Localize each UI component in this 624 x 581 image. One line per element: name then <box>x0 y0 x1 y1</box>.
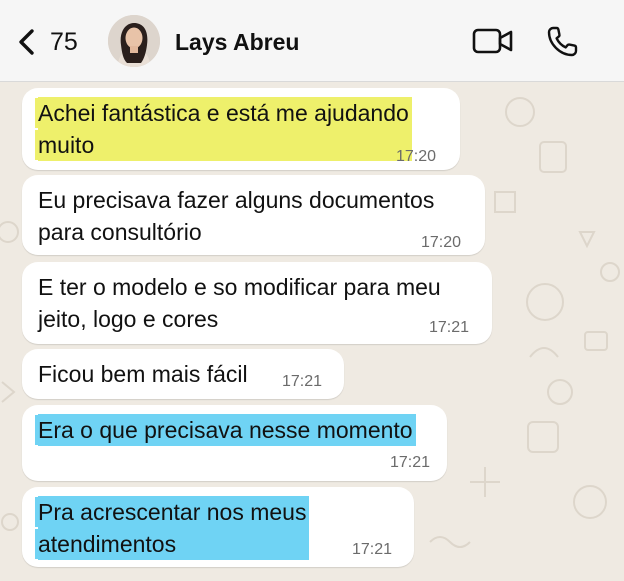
contact-name[interactable]: Lays Abreu <box>175 27 299 57</box>
chat-header: 75 Lays Abreu <box>0 0 624 82</box>
message-time: 17:21 <box>390 454 431 471</box>
unread-count[interactable]: 75 <box>50 27 78 57</box>
message-time: 17:20 <box>396 148 437 165</box>
message-bubble[interactable]: Era o que precisava nesse momento 17:21 <box>22 405 447 481</box>
chevron-left-icon[interactable] <box>14 27 42 57</box>
message-time: 17:21 <box>282 373 323 390</box>
message-line: atendimentos <box>35 529 180 559</box>
message-text: Achei fantástica e está me ajudando muit… <box>35 97 412 161</box>
message-line: jeito, logo e cores <box>38 306 219 332</box>
message-line: Era o que precisava nesse momento <box>35 415 416 445</box>
message-list[interactable]: Achei fantástica e está me ajudando muit… <box>0 82 624 581</box>
phone-icon[interactable] <box>546 24 580 58</box>
message-text: Ficou bem mais fácil <box>38 358 251 390</box>
message-text: E ter o modelo e so modificar para meu j… <box>38 271 444 335</box>
message-line: para consultório <box>38 219 202 245</box>
message-line: Achei fantástica e está me ajudando <box>35 98 412 128</box>
message-line: Pra acrescentar nos meus <box>35 497 310 527</box>
message-bubble[interactable]: Pra acrescentar nos meus atendimentos 17… <box>22 487 414 567</box>
message-line: Eu precisava fazer alguns documentos <box>38 187 435 213</box>
avatar-image <box>108 15 160 67</box>
message-line: muito <box>35 130 98 160</box>
message-bubble[interactable]: E ter o modelo e so modificar para meu j… <box>22 262 492 344</box>
message-time: 17:20 <box>421 234 462 251</box>
message-time: 17:21 <box>429 319 470 336</box>
message-bubble[interactable]: Achei fantástica e está me ajudando muit… <box>22 88 460 170</box>
message-line: E ter o modelo e so modificar para meu <box>38 274 441 300</box>
avatar[interactable] <box>108 15 160 67</box>
message-text: Era o que precisava nesse momento <box>35 414 416 446</box>
video-camera-icon[interactable] <box>472 27 514 55</box>
message-line: Ficou bem mais fácil <box>38 361 248 387</box>
message-bubble[interactable]: Ficou bem mais fácil 17:21 <box>22 349 344 399</box>
message-bubble[interactable]: Eu precisava fazer alguns documentos par… <box>22 175 485 255</box>
message-text: Eu precisava fazer alguns documentos par… <box>38 184 437 248</box>
message-text: Pra acrescentar nos meus atendimentos <box>35 496 310 560</box>
message-time: 17:21 <box>352 541 393 558</box>
